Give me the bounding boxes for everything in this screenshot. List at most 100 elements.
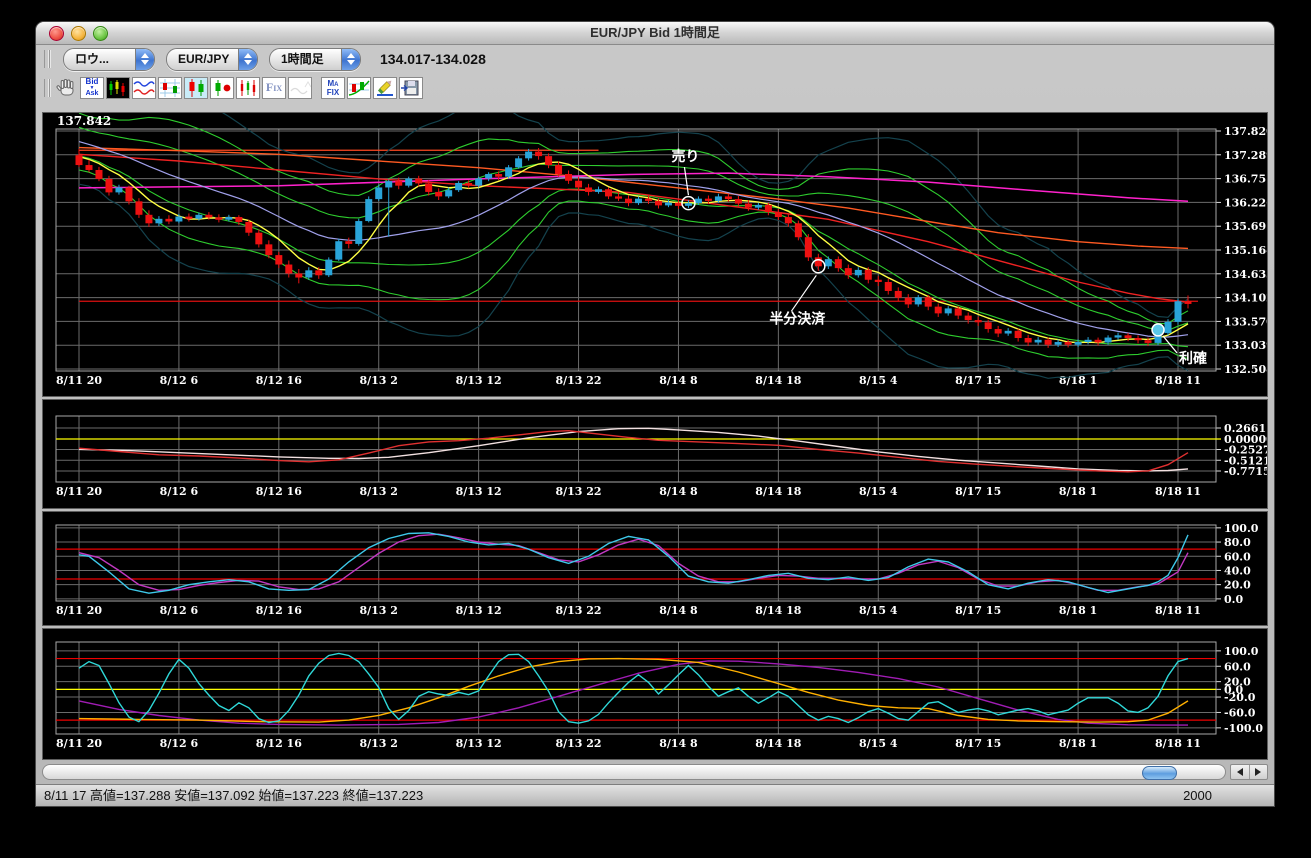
hand-icon[interactable]: [54, 77, 78, 99]
svg-text:8/13 12: 8/13 12: [456, 737, 502, 750]
bar-count-label: 2000: [1183, 788, 1212, 803]
ohlc-status-text: 8/11 17 高値=137.288 安値=137.092 始値=137.223…: [44, 788, 424, 803]
svg-text:8/13 22: 8/13 22: [555, 374, 601, 387]
svg-text:8/15 4: 8/15 4: [859, 374, 898, 387]
svg-text:8/12 16: 8/12 16: [256, 737, 302, 750]
svg-text:8/12 6: 8/12 6: [160, 485, 199, 498]
toolbar-grip-icon[interactable]: [44, 50, 50, 68]
title-bar[interactable]: EUR/JPY Bid 1時間足: [36, 22, 1274, 45]
svg-text:-100.0: -100.0: [1224, 722, 1263, 735]
svg-text:8/17 15: 8/17 15: [955, 485, 1001, 498]
svg-text:-20.0: -20.0: [1224, 691, 1256, 704]
symbol-select[interactable]: EUR/JPY: [166, 47, 258, 71]
svg-text:8/14 8: 8/14 8: [659, 374, 698, 387]
svg-text:8/12 16: 8/12 16: [256, 485, 302, 498]
svg-text:8/14 18: 8/14 18: [755, 485, 801, 498]
svg-text:8/18 11: 8/18 11: [1155, 604, 1201, 617]
scrollbar-thumb[interactable]: [1142, 766, 1177, 780]
app-window: EUR/JPY Bid 1時間足 ロウ... EUR/JPY 1時間足 134.…: [36, 22, 1278, 806]
svg-text:8/15 4: 8/15 4: [859, 485, 898, 498]
svg-text:136.757: 136.757: [1224, 173, 1267, 186]
scrollbar-arrows: [1230, 764, 1268, 780]
main-price-chart[interactable]: 137.820 137.289 136.757 136.226 135.695 135.1…: [42, 91, 1274, 397]
svg-text:8/18 11: 8/18 11: [1155, 737, 1201, 750]
chart-style-value: ロウ...: [75, 51, 110, 66]
symbol-value: EUR/JPY: [178, 51, 230, 66]
bid-ask-icon[interactable]: Bid ▼ Ask: [80, 77, 104, 99]
svg-text:8/12 16: 8/12 16: [256, 604, 302, 617]
controls-row: ロウ... EUR/JPY 1時間足 134.017-134.028: [36, 45, 1274, 73]
rci-indicator-panel[interactable]: 100.0 60.0 20.0 0.0 -20.0 -60.0 -100.0 8/11 20 8…: [42, 628, 1268, 760]
toolbar: Bid ▼ Ask FIX MA FIX: [36, 73, 1274, 103]
stepper-icon: [341, 48, 360, 70]
minimize-button[interactable]: [71, 26, 86, 41]
svg-text:137.820: 137.820: [1224, 125, 1267, 138]
candle-grid-icon[interactable]: [158, 77, 182, 99]
svg-text:8/12 6: 8/12 6: [160, 604, 199, 617]
svg-text:利確: 利確: [1179, 350, 1207, 366]
left-arrow-icon: [1236, 768, 1243, 776]
svg-text:売り: 売り: [671, 148, 699, 164]
svg-text:0.0: 0.0: [1224, 593, 1243, 606]
candle-thin-icon[interactable]: [236, 77, 260, 99]
svg-text:135.695: 135.695: [1224, 220, 1267, 233]
svg-text:8/14 8: 8/14 8: [659, 604, 698, 617]
svg-text:8/13 22: 8/13 22: [555, 604, 601, 617]
svg-text:136.226: 136.226: [1224, 196, 1267, 209]
status-bar: 8/11 17 高値=137.288 安値=137.092 始値=137.223…: [36, 784, 1274, 806]
svg-text:8/13 12: 8/13 12: [456, 604, 502, 617]
macd-indicator-panel[interactable]: 0.266110.00000-0.25273-0.51215-0.771578/…: [42, 399, 1278, 509]
bid-ask-quote: 134.017-134.028: [380, 51, 486, 67]
chart-dark-icon[interactable]: [106, 77, 130, 99]
svg-text:134.633: 134.633: [1224, 268, 1267, 281]
candle-highlight-icon[interactable]: [184, 77, 208, 99]
stepper-icon: [135, 48, 154, 70]
svg-text:132.508: 132.508: [1224, 363, 1267, 376]
stepper-icon: [238, 48, 257, 70]
window-controls: [49, 26, 108, 41]
fix-icon[interactable]: FIX: [262, 77, 286, 99]
svg-text:8/18 1: 8/18 1: [1059, 604, 1097, 617]
svg-text:20.0: 20.0: [1224, 579, 1251, 592]
ma-fix-icon[interactable]: MA FIX: [321, 77, 345, 99]
svg-text:8/18 11: 8/18 11: [1155, 485, 1201, 498]
svg-text:60.0: 60.0: [1224, 660, 1251, 673]
scroll-right-button[interactable]: [1248, 765, 1268, 779]
svg-text:8/12 6: 8/12 6: [160, 374, 199, 387]
chart-style-select[interactable]: ロウ...: [63, 47, 155, 71]
timeframe-value: 1時間足: [281, 51, 324, 66]
svg-text:8/13 2: 8/13 2: [359, 737, 397, 750]
svg-text:-60.0: -60.0: [1224, 706, 1256, 719]
svg-text:8/14 18: 8/14 18: [755, 737, 801, 750]
svg-text:8/13 22: 8/13 22: [555, 737, 601, 750]
scrollbar-track[interactable]: [42, 764, 1226, 780]
svg-text:8/11 20: 8/11 20: [56, 485, 102, 498]
candle-pair-icon[interactable]: [210, 77, 234, 99]
svg-text:8/13 2: 8/13 2: [359, 374, 397, 387]
svg-text:80.0: 80.0: [1224, 536, 1251, 549]
scroll-left-button[interactable]: [1231, 765, 1249, 779]
svg-text:8/18 1: 8/18 1: [1059, 485, 1097, 498]
svg-text:8/13 12: 8/13 12: [456, 485, 502, 498]
zoom-button[interactable]: [93, 26, 108, 41]
line-chart-icon[interactable]: [132, 77, 156, 99]
right-arrow-icon: [1255, 768, 1262, 776]
svg-text:8/11 20: 8/11 20: [56, 604, 102, 617]
svg-text:-0.77157: -0.77157: [1224, 465, 1267, 478]
svg-text:8/18 11: 8/18 11: [1155, 374, 1201, 387]
candle-line-icon[interactable]: [347, 77, 371, 99]
svg-text:133.039: 133.039: [1224, 339, 1267, 352]
svg-text:8/13 2: 8/13 2: [359, 604, 397, 617]
svg-text:8/11 20: 8/11 20: [56, 737, 102, 750]
svg-text:137.289: 137.289: [1224, 149, 1267, 162]
stochastic-indicator-panel[interactable]: 100.0 80.0 60.0 40.0 20.0 0.0 8/11 20 8/12 6 8/1…: [42, 511, 1268, 626]
timeframe-select[interactable]: 1時間足: [269, 47, 361, 71]
pencil-icon[interactable]: [373, 77, 397, 99]
svg-text:133.570: 133.570: [1224, 315, 1267, 328]
wave-disabled-icon[interactable]: [288, 77, 312, 99]
svg-text:8/15 4: 8/15 4: [859, 737, 898, 750]
toolbar-grip-icon[interactable]: [44, 79, 50, 97]
save-icon[interactable]: [399, 77, 423, 99]
close-button[interactable]: [49, 26, 64, 41]
window-title: EUR/JPY Bid 1時間足: [590, 25, 720, 40]
